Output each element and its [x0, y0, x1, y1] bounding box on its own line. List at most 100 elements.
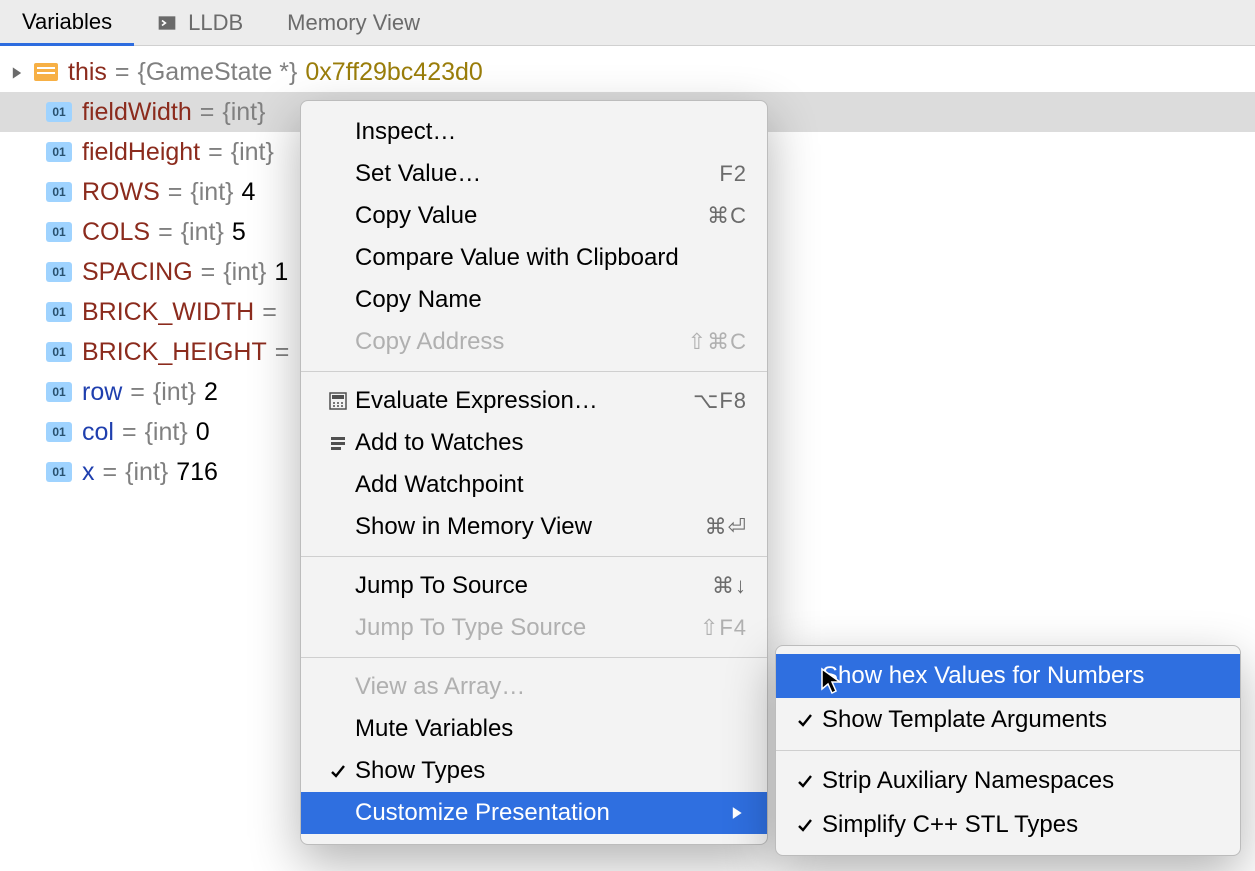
tab-lldb[interactable]: LLDB — [134, 0, 265, 45]
var-type: {int} — [222, 98, 265, 127]
var-name: BRICK_WIDTH — [82, 298, 254, 327]
submenu-item-show-template[interactable]: Show Template Arguments — [776, 698, 1240, 742]
tab-lldb-label: LLDB — [188, 10, 243, 36]
var-name: row — [82, 378, 122, 407]
var-value: 2 — [204, 378, 218, 407]
menu-item-copy-value[interactable]: Copy Value⌘C — [301, 195, 767, 237]
equals: = — [122, 418, 137, 447]
submenu-arrow-icon — [731, 807, 747, 819]
menu-item-evaluate[interactable]: Evaluate Expression…⌥F8 — [301, 380, 767, 422]
equals: = — [168, 178, 183, 207]
var-type: {GameState *} — [138, 58, 298, 87]
var-value: 1 — [274, 258, 288, 287]
shortcut: ⌘⏎ — [705, 514, 747, 540]
tab-variables[interactable]: Variables — [0, 1, 134, 46]
var-value: 716 — [176, 458, 218, 487]
equals: = — [201, 258, 216, 287]
var-type: {int} — [145, 418, 188, 447]
shortcut: ⌘↓ — [712, 573, 747, 599]
customize-presentation-submenu: Show hex Values for Numbers Show Templat… — [775, 645, 1241, 856]
equals: = — [158, 218, 173, 247]
equals: = — [115, 58, 130, 87]
shortcut: ⇧⌘C — [688, 329, 747, 355]
equals: = — [130, 378, 145, 407]
var-type: {int} — [231, 138, 274, 167]
primitive-int-icon: 01 — [46, 182, 72, 202]
var-name: this — [68, 58, 107, 87]
submenu-item-show-hex[interactable]: Show hex Values for Numbers — [776, 654, 1240, 698]
shortcut: ⌥F8 — [693, 388, 747, 414]
var-type: {int} — [181, 218, 224, 247]
menu-item-view-as-array: View as Array… — [301, 666, 767, 708]
menu-separator — [301, 657, 767, 658]
var-name: ROWS — [82, 178, 160, 207]
var-value: 5 — [232, 218, 246, 247]
checkmark-icon — [788, 710, 822, 730]
equals: = — [200, 98, 215, 127]
var-name: col — [82, 418, 114, 447]
equals: = — [262, 298, 277, 327]
shortcut: F2 — [719, 161, 747, 187]
menu-item-compare-clipboard[interactable]: Compare Value with Clipboard — [301, 237, 767, 279]
menu-item-add-watches[interactable]: Add to Watches — [301, 422, 767, 464]
var-type: {int} — [125, 458, 168, 487]
shortcut: ⇧F4 — [700, 615, 747, 641]
primitive-int-icon: 01 — [46, 302, 72, 322]
menu-item-add-watchpoint[interactable]: Add Watchpoint — [301, 464, 767, 506]
variable-row-this[interactable]: this = {GameState *} 0x7ff29bc423d0 — [0, 52, 1255, 92]
var-name: COLS — [82, 218, 150, 247]
watches-icon — [321, 433, 355, 453]
tab-variables-label: Variables — [22, 9, 112, 35]
context-menu: Inspect… Set Value…F2 Copy Value⌘C Compa… — [300, 100, 768, 845]
menu-separator — [776, 750, 1240, 751]
menu-item-copy-address: Copy Address⇧⌘C — [301, 321, 767, 363]
equals: = — [208, 138, 223, 167]
menu-item-set-value[interactable]: Set Value…F2 — [301, 153, 767, 195]
primitive-int-icon: 01 — [46, 462, 72, 482]
var-value: 4 — [242, 178, 256, 207]
menu-item-customize-presentation[interactable]: Customize Presentation — [301, 792, 767, 834]
var-value: 0x7ff29bc423d0 — [305, 58, 482, 87]
tab-memory-label: Memory View — [287, 10, 420, 36]
object-icon — [34, 63, 58, 81]
menu-item-show-memory[interactable]: Show in Memory View⌘⏎ — [301, 506, 767, 548]
primitive-int-icon: 01 — [46, 142, 72, 162]
menu-separator — [301, 371, 767, 372]
menu-separator — [301, 556, 767, 557]
var-name: x — [82, 458, 95, 487]
var-type: {int} — [153, 378, 196, 407]
var-name: BRICK_HEIGHT — [82, 338, 267, 367]
mouse-cursor-icon — [820, 667, 842, 702]
equals: = — [275, 338, 290, 367]
equals: = — [103, 458, 118, 487]
var-type: {int} — [190, 178, 233, 207]
primitive-int-icon: 01 — [46, 102, 72, 122]
menu-item-mute-variables[interactable]: Mute Variables — [301, 708, 767, 750]
terminal-icon — [156, 12, 178, 34]
primitive-int-icon: 01 — [46, 262, 72, 282]
var-name: SPACING — [82, 258, 193, 287]
var-name: fieldWidth — [82, 98, 192, 127]
calculator-icon — [321, 391, 355, 411]
var-name: fieldHeight — [82, 138, 200, 167]
var-value: 0 — [196, 418, 210, 447]
checkmark-icon — [788, 815, 822, 835]
checkmark-icon — [321, 761, 355, 781]
primitive-int-icon: 01 — [46, 382, 72, 402]
tab-memory-view[interactable]: Memory View — [265, 0, 442, 45]
shortcut: ⌘C — [707, 203, 747, 229]
menu-item-show-types[interactable]: Show Types — [301, 750, 767, 792]
menu-item-copy-name[interactable]: Copy Name — [301, 279, 767, 321]
menu-item-jump-type-source: Jump To Type Source⇧F4 — [301, 607, 767, 649]
primitive-int-icon: 01 — [46, 422, 72, 442]
submenu-item-simplify-stl[interactable]: Simplify C++ STL Types — [776, 803, 1240, 847]
primitive-int-icon: 01 — [46, 222, 72, 242]
var-type: {int} — [223, 258, 266, 287]
menu-item-inspect[interactable]: Inspect… — [301, 111, 767, 153]
primitive-int-icon: 01 — [46, 342, 72, 362]
debugger-tabs: Variables LLDB Memory View — [0, 0, 1255, 46]
menu-item-jump-source[interactable]: Jump To Source⌘↓ — [301, 565, 767, 607]
submenu-item-strip-ns[interactable]: Strip Auxiliary Namespaces — [776, 759, 1240, 803]
chevron-right-icon[interactable] — [10, 58, 28, 87]
checkmark-icon — [788, 771, 822, 791]
